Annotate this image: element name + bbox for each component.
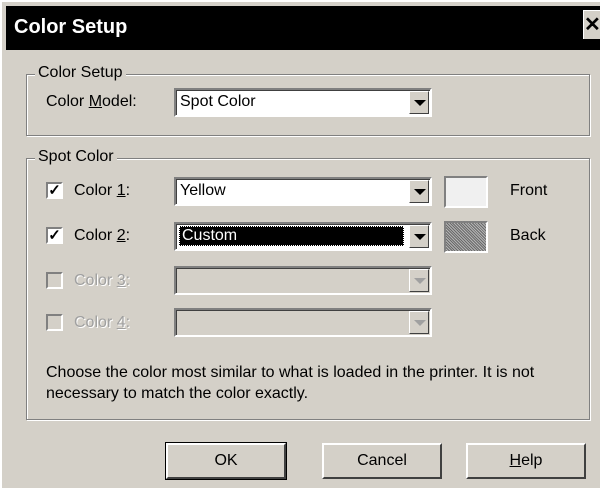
cancel-button[interactable]: Cancel: [322, 443, 442, 479]
front-label: Front: [510, 182, 548, 199]
check-icon: ✓: [48, 227, 61, 244]
color-2-checkbox[interactable]: ✓: [46, 227, 63, 244]
window-title: Color Setup: [14, 16, 128, 38]
chevron-down-icon: [414, 100, 426, 106]
color-2-select[interactable]: Custom: [174, 222, 432, 251]
help-button[interactable]: Help: [466, 443, 586, 479]
title-bar: Color Setup ✕: [6, 6, 600, 50]
color-1-value: Yellow: [180, 182, 226, 199]
check-icon: ✓: [48, 182, 61, 199]
close-icon: ✕: [584, 14, 600, 36]
back-color-swatch[interactable]: [444, 221, 488, 253]
color-3-select[interactable]: [174, 266, 432, 295]
color-3-checkbox[interactable]: [46, 272, 63, 289]
color-2-dropdown-button[interactable]: [409, 225, 429, 248]
color-2-label: Color 2:: [74, 227, 131, 244]
close-button[interactable]: ✕: [583, 10, 600, 39]
front-color-swatch[interactable]: [444, 176, 488, 208]
color-1-select[interactable]: Yellow: [174, 177, 432, 206]
color-4-select[interactable]: [174, 308, 432, 337]
color-setup-dialog: Color Setup ✕ Color Setup Color Model: S…: [0, 0, 600, 488]
back-label: Back: [510, 227, 546, 244]
color-model-value: Spot Color: [180, 93, 256, 110]
color-1-checkbox[interactable]: ✓: [46, 182, 63, 199]
color-3-dropdown-button[interactable]: [409, 269, 429, 292]
ok-button[interactable]: OK: [165, 442, 287, 480]
color-model-dropdown-button[interactable]: [409, 91, 429, 114]
color-setup-legend: Color Setup: [35, 64, 126, 82]
chevron-down-icon: [414, 278, 426, 284]
color-3-label: Color 3:: [74, 272, 131, 289]
color-2-value: Custom: [179, 226, 404, 246]
color-4-checkbox[interactable]: [46, 314, 63, 331]
color-1-dropdown-button[interactable]: [409, 180, 429, 203]
color-1-label: Color 1:: [74, 182, 131, 199]
color-model-label: Color Model:: [46, 93, 137, 110]
color-4-label: Color 4:: [74, 314, 131, 331]
chevron-down-icon: [414, 234, 426, 240]
chevron-down-icon: [414, 320, 426, 326]
spot-color-note: Choose the color most similar to what is…: [46, 364, 535, 402]
color-4-dropdown-button[interactable]: [409, 311, 429, 334]
spot-color-legend: Spot Color: [35, 148, 117, 166]
color-model-select[interactable]: Spot Color: [174, 88, 432, 117]
chevron-down-icon: [414, 189, 426, 195]
